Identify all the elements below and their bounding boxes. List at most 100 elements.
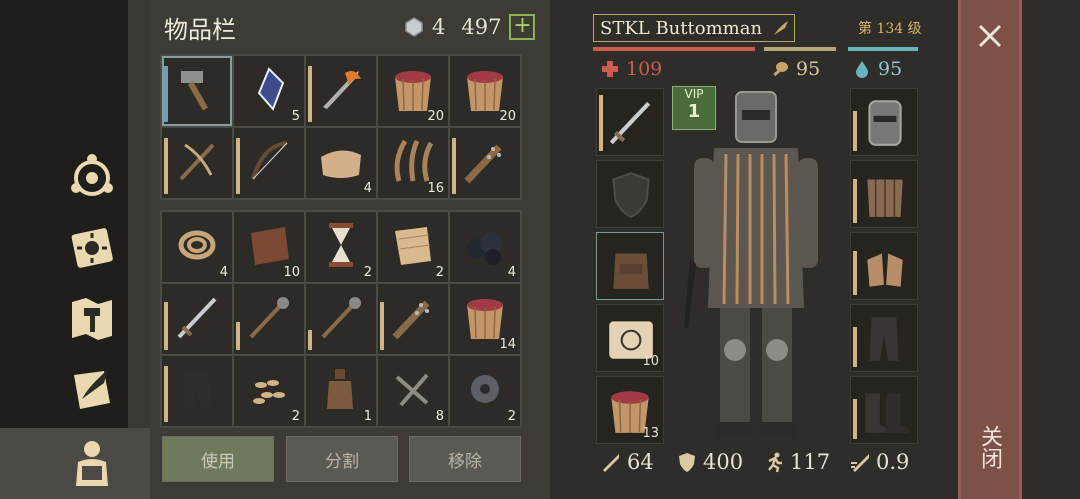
equipment-slot[interactable]: 10 bbox=[596, 304, 664, 372]
inventory-slot[interactable] bbox=[162, 284, 232, 354]
hourglass-icon bbox=[329, 223, 353, 267]
inventory-slot[interactable] bbox=[234, 284, 304, 354]
rope-icon bbox=[178, 230, 216, 260]
durability-bar bbox=[164, 302, 168, 350]
close-icon[interactable] bbox=[972, 18, 1008, 54]
item-count: 4 bbox=[219, 265, 228, 280]
equipment-slot[interactable] bbox=[850, 304, 918, 372]
speed-stat: 117 bbox=[763, 450, 830, 474]
inventory-slot[interactable]: 5 bbox=[234, 56, 304, 126]
health-value: 109 bbox=[626, 58, 663, 80]
inventory-slot[interactable]: 20 bbox=[450, 56, 520, 126]
inventory-grid-top: 5 20 20 4 16 bbox=[160, 54, 522, 200]
inventory-slot[interactable]: 1 bbox=[306, 356, 376, 426]
use-button[interactable]: 使用 bbox=[162, 436, 274, 482]
item-count: 1 bbox=[363, 409, 372, 424]
item-count: 2 bbox=[363, 265, 372, 280]
inventory-slot[interactable]: 2 bbox=[306, 212, 376, 282]
inventory-slot[interactable]: 8 bbox=[378, 356, 448, 426]
nav-craft-button[interactable] bbox=[60, 144, 124, 208]
durability-bar bbox=[853, 399, 857, 439]
sun-book-icon bbox=[71, 228, 113, 268]
inventory-slot[interactable]: 4 bbox=[450, 212, 520, 282]
equipment-slot[interactable] bbox=[596, 160, 664, 228]
inventory-slot[interactable]: 4 bbox=[162, 212, 232, 282]
nav-quests-button[interactable] bbox=[60, 357, 124, 421]
coal-icon bbox=[467, 232, 502, 265]
equipment-slot[interactable] bbox=[850, 232, 918, 300]
inventory-slot[interactable] bbox=[450, 128, 520, 198]
quill-icon[interactable] bbox=[772, 19, 790, 37]
equipment-slot[interactable] bbox=[850, 160, 918, 228]
gear-icon bbox=[471, 375, 499, 403]
cloth-icon bbox=[321, 150, 361, 178]
item-count: 14 bbox=[499, 337, 516, 352]
add-currency-button[interactable]: + bbox=[509, 14, 536, 40]
inventory-slot[interactable] bbox=[234, 128, 304, 198]
seeds-icon bbox=[253, 380, 285, 404]
coin-count: 497 bbox=[461, 15, 502, 39]
nav-strip bbox=[128, 0, 150, 499]
inventory-slot[interactable]: 10 bbox=[234, 212, 304, 282]
drumstick-icon bbox=[773, 62, 788, 77]
durability-bar bbox=[452, 138, 456, 194]
boots-icon bbox=[865, 393, 909, 433]
inventory-slot[interactable] bbox=[306, 56, 376, 126]
equipment-slot[interactable] bbox=[850, 376, 918, 444]
inventory-slot[interactable] bbox=[162, 356, 232, 426]
inventory-slot[interactable]: 2 bbox=[450, 356, 520, 426]
hammer-map-icon bbox=[72, 298, 112, 340]
durability-bar bbox=[308, 66, 312, 122]
character-level: 第 134 级 bbox=[858, 21, 922, 37]
item-count: 16 bbox=[427, 181, 444, 196]
spiked-club-icon bbox=[464, 144, 502, 184]
health-stat: 109 bbox=[600, 58, 662, 80]
crystal-icon bbox=[257, 67, 285, 111]
inventory-slot[interactable] bbox=[378, 284, 448, 354]
inventory-slot[interactable]: 4 bbox=[306, 128, 376, 198]
berry-bucket-icon bbox=[395, 71, 431, 111]
armor-shield-icon bbox=[679, 453, 695, 472]
water-line bbox=[848, 47, 918, 51]
inventory-slot[interactable]: 16 bbox=[378, 128, 448, 198]
durability-bar bbox=[380, 302, 384, 350]
helmet-icon bbox=[868, 100, 902, 146]
food-stat: 95 bbox=[770, 58, 820, 80]
inventory-slot[interactable] bbox=[162, 128, 232, 198]
split-button[interactable]: 分割 bbox=[286, 436, 398, 482]
durability-bar bbox=[164, 138, 168, 194]
inventory-slot[interactable] bbox=[162, 56, 232, 126]
remove-button[interactable]: 移除 bbox=[409, 436, 521, 482]
inventory-slot[interactable]: 14 bbox=[450, 284, 520, 354]
leather-icon bbox=[251, 227, 289, 265]
bow-icon bbox=[251, 141, 288, 180]
food-value: 95 bbox=[796, 58, 821, 80]
backpack-icon bbox=[613, 253, 649, 289]
inventory-slot[interactable]: 2 bbox=[234, 356, 304, 426]
item-count: 2 bbox=[291, 409, 300, 424]
health-cross-icon bbox=[602, 61, 618, 77]
inventory-slot[interactable]: 2 bbox=[378, 212, 448, 282]
sword-icon bbox=[177, 297, 217, 339]
inventory-grid-bottom: 4 10 2 2 4 14 2 1 8 2 bbox=[160, 210, 522, 428]
food-line bbox=[764, 47, 836, 51]
equipment-slot[interactable] bbox=[596, 88, 664, 156]
water-value: 95 bbox=[878, 58, 903, 80]
character-name: STKL Buttomman bbox=[593, 14, 795, 42]
durability-bar bbox=[853, 251, 857, 295]
equipment-slot[interactable]: 13 bbox=[596, 376, 664, 444]
close-label[interactable]: 关闭 bbox=[975, 425, 1005, 469]
chainmail-icon bbox=[867, 179, 903, 217]
equipment-slot[interactable] bbox=[850, 88, 918, 156]
item-count: 10 bbox=[283, 265, 300, 280]
item-count: 20 bbox=[427, 109, 444, 124]
nav-build-button[interactable] bbox=[60, 286, 124, 350]
inventory-slot[interactable] bbox=[306, 284, 376, 354]
durability-bar bbox=[164, 366, 168, 422]
nav-skills-button[interactable] bbox=[60, 215, 124, 279]
nav-character-button[interactable] bbox=[60, 430, 124, 494]
inventory-slot[interactable]: 20 bbox=[378, 56, 448, 126]
item-count: 2 bbox=[435, 265, 444, 280]
equipment-slot[interactable] bbox=[596, 232, 664, 300]
linen-icon bbox=[395, 227, 431, 265]
